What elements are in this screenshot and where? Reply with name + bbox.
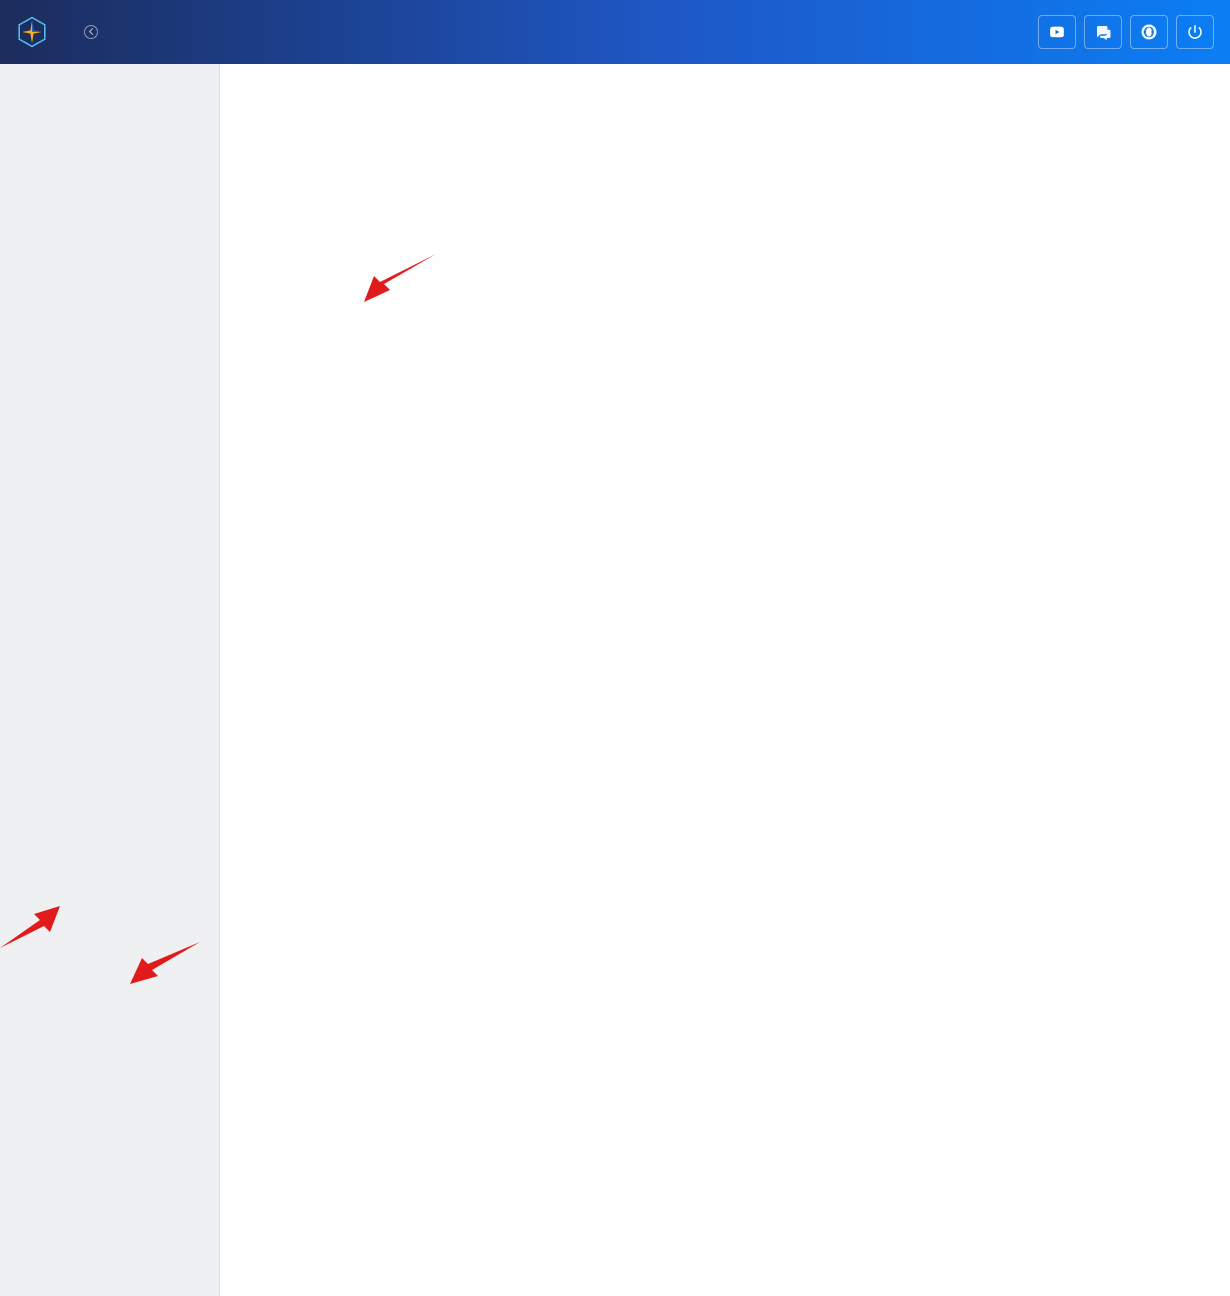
app-header bbox=[0, 0, 1230, 64]
sidebar-collapse-button[interactable] bbox=[84, 25, 98, 39]
cyberpanel-logo-icon bbox=[16, 16, 48, 48]
support-icon[interactable] bbox=[1130, 15, 1168, 49]
brand-logo[interactable] bbox=[16, 16, 58, 48]
annotation-arrow bbox=[364, 254, 436, 306]
power-icon[interactable] bbox=[1176, 15, 1214, 49]
youtube-icon[interactable] bbox=[1038, 15, 1076, 49]
annotation-arrow bbox=[130, 942, 200, 988]
sidebar bbox=[0, 64, 220, 1296]
main-content bbox=[220, 64, 1230, 1296]
annotation-arrow bbox=[0, 906, 60, 952]
chat-icon[interactable] bbox=[1084, 15, 1122, 49]
